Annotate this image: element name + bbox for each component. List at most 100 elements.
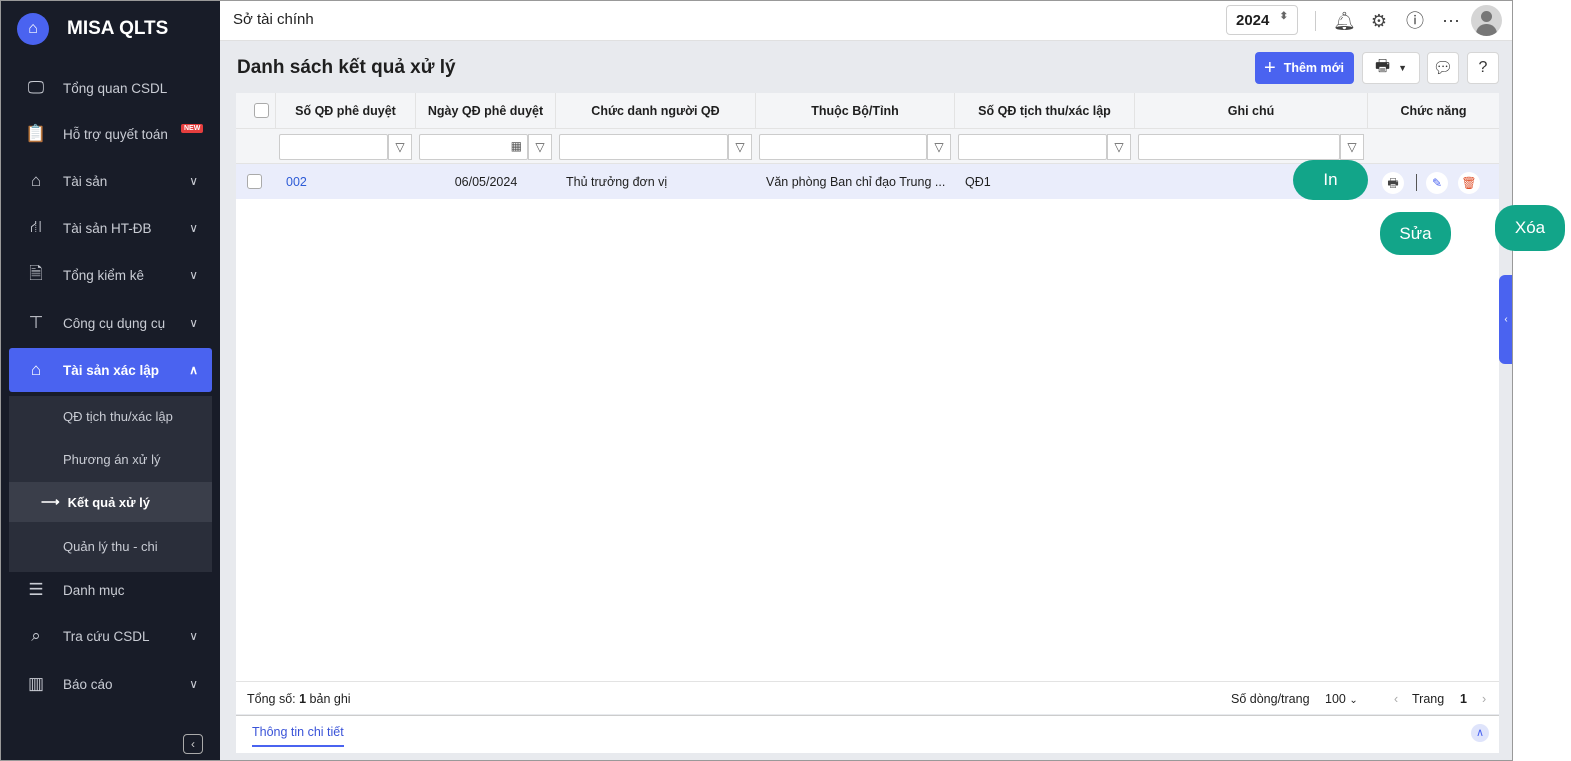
sidebar-item-tra-cuu[interactable]: ⌕ Tra cứu CSDL ∨ (9, 614, 212, 658)
subitem-ket-qua[interactable]: ⟶ Kết quả xử lý (9, 482, 212, 522)
filter-icon[interactable]: ▽ (1107, 134, 1131, 160)
chat-icon: 💬︎ (1432, 60, 1454, 77)
filter-icon[interactable]: ▽ (1340, 134, 1364, 160)
column-header[interactable]: Chức danh người QĐ (556, 93, 756, 128)
label: In (1323, 170, 1338, 189)
prev-page-icon[interactable]: ‹ (1394, 692, 1398, 706)
house-car-icon: ⌂ (30, 171, 42, 190)
sidebar-item-bao-cao[interactable]: ▥ Báo cáo ∨ (9, 662, 212, 706)
submenu: QĐ tịch thu/xác lập Phương án xử lý ⟶ Kết… (9, 396, 212, 572)
callout-delete: Xóa (1495, 205, 1565, 251)
current-page: 1 (1460, 692, 1467, 706)
help-icon[interactable]: ⓘ (1404, 10, 1426, 32)
filter-input[interactable] (559, 134, 728, 160)
label: Tổng kiểm kê (63, 267, 145, 283)
collapse-sidebar-button[interactable]: ‹ (183, 734, 203, 754)
sidebar-item-tong-quan[interactable]: 🖵 Tổng quan CSDL (9, 66, 212, 110)
rows-per-page-select[interactable]: 100 ⌄ (1325, 692, 1358, 706)
subitem-phuong-an[interactable]: Phương án xử lý (9, 439, 212, 479)
chevron-down-icon: ∨ (189, 174, 198, 188)
label: Công cụ dụng cụ (63, 315, 166, 331)
paint-roller-icon: ⊤ (28, 313, 44, 332)
filter-row: ▽ ▦ ▽ ▽ ▽ ▽ ▽ (236, 129, 1499, 164)
label: Tổng quan CSDL (63, 80, 168, 96)
avatar[interactable] (1471, 5, 1502, 36)
calendar-icon[interactable]: ▦ (511, 139, 522, 153)
label: Tài sản (63, 173, 108, 189)
subitem-thu-chi[interactable]: Quản lý thu - chi (9, 526, 212, 566)
add-button[interactable]: + Thêm mới (1255, 52, 1354, 84)
total-records: Tổng số: 1 bản ghi (247, 692, 351, 706)
road-icon: ⛙ (30, 217, 42, 236)
year-stepper[interactable]: 2024 ⬍ (1226, 5, 1298, 35)
trash-icon[interactable]: 🗑︎ (1458, 172, 1480, 194)
page-title: Danh sách kết quả xử lý (237, 57, 456, 78)
expand-side-panel-button[interactable]: ‹ (1499, 275, 1512, 364)
label: bản ghi (306, 692, 351, 706)
filter-input[interactable] (759, 134, 927, 160)
select-all-checkbox[interactable] (253, 103, 269, 118)
more-icon[interactable]: ⋯ (1440, 10, 1462, 32)
sidebar-item-tai-san[interactable]: ⌂ Tài sản ∨ (9, 159, 212, 203)
column-header[interactable]: Số QĐ tịch thu/xác lập (955, 93, 1135, 128)
select-all-cell (236, 93, 276, 128)
logo-house-icon: ⌂ (17, 13, 49, 45)
monitor-chart-icon: 🖵 (27, 78, 45, 97)
house-car-icon: ⌂ (30, 360, 42, 379)
help-button[interactable]: ? (1467, 52, 1499, 84)
column-header[interactable]: Số QĐ phê duyệt (276, 93, 416, 128)
filter-input[interactable] (958, 134, 1107, 160)
stepper-arrows-icon[interactable]: ⬍ (1280, 11, 1288, 22)
filter-input[interactable] (1138, 134, 1340, 160)
label: Phương án xử lý (63, 451, 161, 467)
tab-detail-info[interactable]: Thông tin chi tiết (252, 725, 344, 747)
chevron-down-icon: ⌄ (1349, 695, 1358, 706)
column-header[interactable]: Ngày QĐ phê duyệt (416, 93, 556, 128)
clipboard-icon: 📋 (25, 124, 47, 143)
callout-edit: Sửa (1380, 212, 1451, 255)
column-header[interactable]: Ghi chú (1135, 93, 1368, 128)
row-checkbox[interactable] (247, 174, 262, 189)
app-window: ⌂ MISA QLTS 🖵 Tổng quan CSDL 📋 Hỗ trợ quyết… (0, 0, 1513, 761)
sidebar-item-tai-san-xac-lap[interactable]: ⌂ Tài sản xác lập ∧ (9, 348, 212, 392)
sidebar-item-ccdc[interactable]: ⊤ Công cụ dụng cụ ∨ (9, 301, 212, 345)
filter-icon[interactable]: ▽ (388, 134, 412, 160)
printer-icon: 🖶 (1374, 57, 1391, 75)
caret-down-icon: ▼ (1398, 63, 1408, 73)
chevron-up-icon[interactable]: ∧ (1471, 724, 1489, 742)
feedback-button[interactable]: 💬︎ (1427, 52, 1459, 84)
chevron-down-icon: ∨ (189, 316, 198, 330)
filter-icon[interactable]: ▽ (728, 134, 752, 160)
label: Xóa (1514, 218, 1546, 237)
filter-icon[interactable]: ▽ (927, 134, 951, 160)
confiscation-number: QĐ1 (965, 174, 991, 189)
gear-icon[interactable]: ⚙ (1368, 10, 1390, 32)
sidebar-item-danh-muc[interactable]: ☰ Danh mục (9, 568, 212, 612)
date-filter-input[interactable]: ▦ (419, 134, 528, 160)
table-header: Số QĐ phê duyệt Ngày QĐ phê duyệt Chức d… (236, 93, 1499, 129)
decision-number-link[interactable]: 002 (276, 164, 416, 199)
row-select (236, 164, 276, 199)
sidebar-item-ht-db[interactable]: ⛙ Tài sản HT-ĐB ∨ (9, 206, 212, 250)
divider (1416, 174, 1417, 191)
org-title: Sở tài chính (233, 11, 314, 28)
list-icon: ☰ (28, 580, 44, 599)
sidebar-item-kiem-ke[interactable]: 🗎 Tổng kiểm kê ∨ (9, 253, 212, 297)
edit-icon[interactable]: ✎ (1426, 172, 1448, 194)
column-header[interactable]: Thuộc Bộ/Tỉnh (756, 93, 955, 128)
sidebar-item-ho-tro[interactable]: 📋 Hỗ trợ quyết toán NEW (9, 112, 212, 156)
subitem-qd-tich-thu[interactable]: QĐ tịch thu/xác lập (9, 396, 212, 436)
filter-icon[interactable]: ▽ (528, 134, 552, 160)
print-dropdown-button[interactable]: 🖶 ▼ (1362, 52, 1420, 84)
page-label: Trang (1412, 692, 1445, 706)
value: 100 (1325, 692, 1346, 706)
label: Hỗ trợ quyết toán (63, 126, 168, 142)
print-row-icon[interactable]: 🖶 (1382, 172, 1404, 194)
chevron-down-icon: ∨ (189, 221, 198, 235)
next-page-icon[interactable]: › (1482, 692, 1486, 706)
table-footer: Tổng số: 1 bản ghi Số dòng/trang 100 ⌄ ‹… (236, 681, 1499, 714)
label: Báo cáo (63, 676, 113, 692)
logo: ⌂ MISA QLTS (17, 13, 168, 45)
filter-input[interactable] (279, 134, 388, 160)
bell-icon[interactable]: 🔔︎ (1333, 10, 1356, 32)
